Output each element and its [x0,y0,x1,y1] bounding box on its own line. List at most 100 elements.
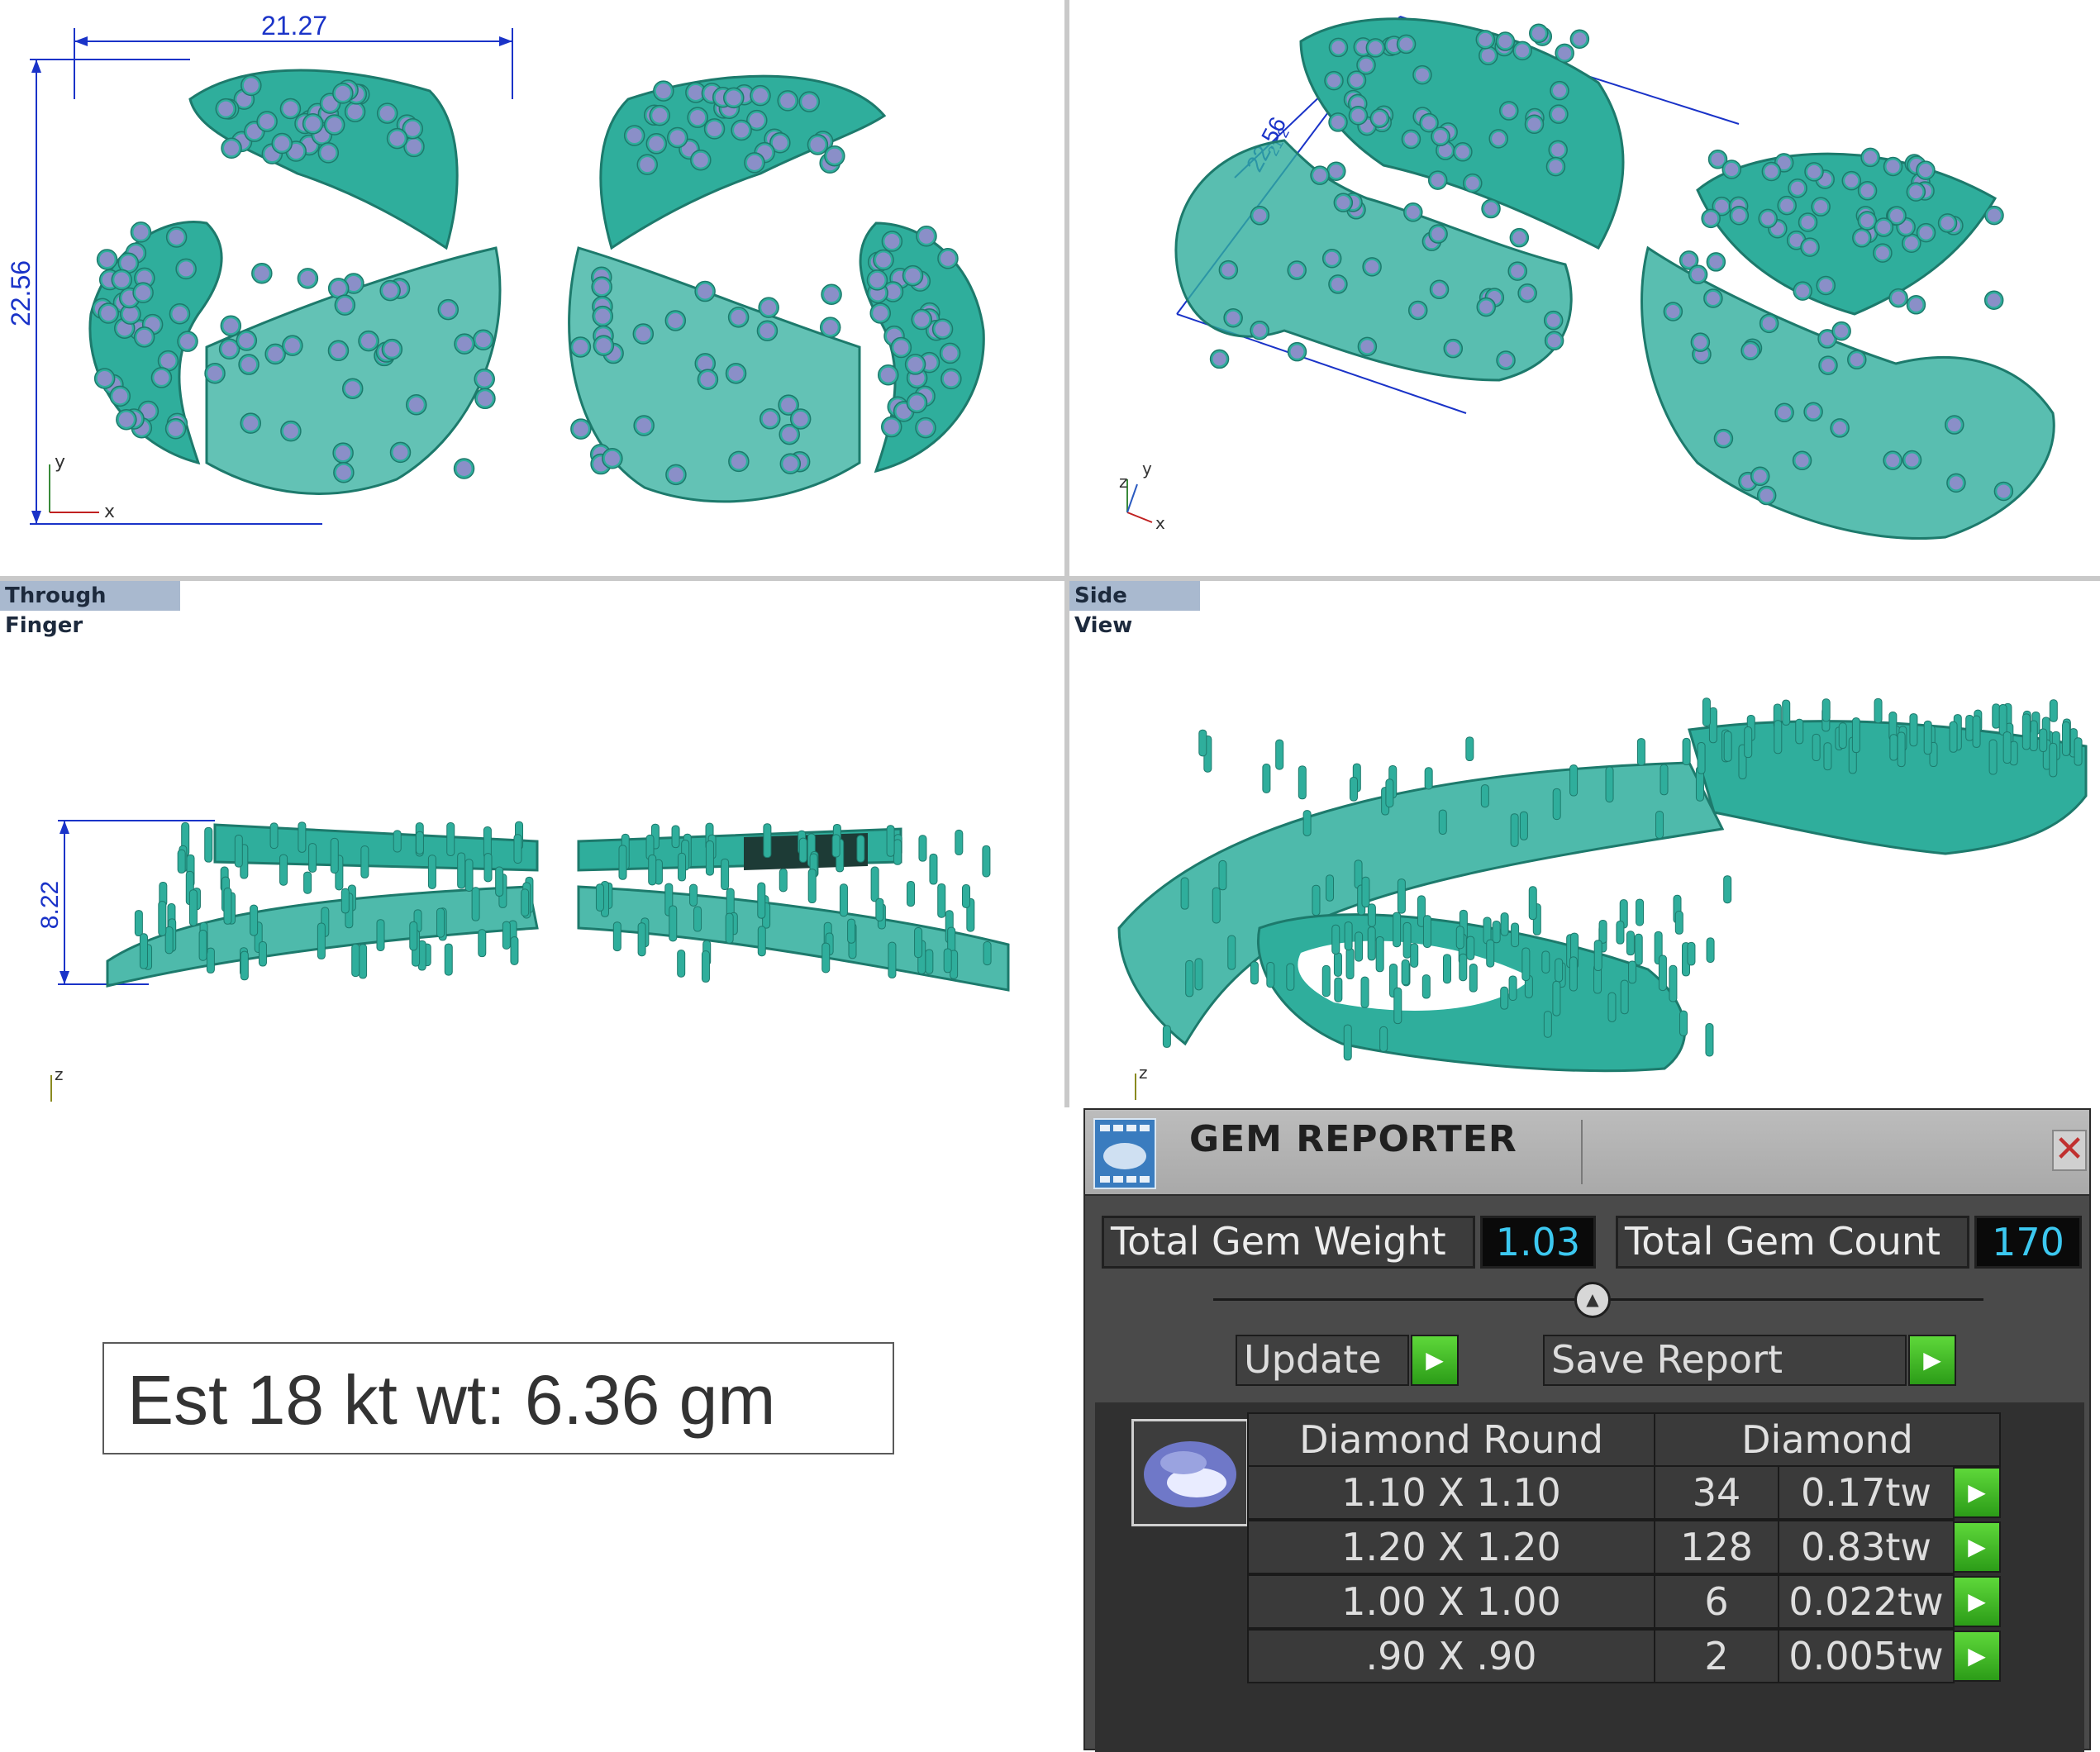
gem-stone [1949,476,1963,490]
width-dimension: 21.27 [261,11,327,40]
top-viewport[interactable]: 21.27 22.56 y x [0,0,1064,576]
gem-stone [918,228,934,244]
prong [1262,764,1271,793]
prong [1569,764,1579,797]
side-view-viewport[interactable]: z Side View [1069,581,2100,1107]
prong [360,845,369,878]
prong [1744,726,1753,759]
gem-stone [384,341,400,357]
gem-stone [383,283,398,298]
collapse-toggle-icon[interactable]: ▲ [1574,1282,1611,1318]
prong [1658,955,1667,992]
prong [1636,898,1645,926]
prong [677,950,686,978]
gem-stone [1886,454,1900,468]
perspective-viewport[interactable]: 22.56 21.2 z y x [1069,0,2100,576]
row-go-icon[interactable]: ▶ [1953,1467,2001,1518]
prong [918,835,927,862]
gem-stone [218,101,234,117]
prong [308,843,317,873]
prong [929,853,938,885]
top-view-canvas: 21.27 22.56 y x [6,11,985,525]
gem-stone [241,357,257,373]
gem-stone [1940,216,1955,230]
gem-reporter-header[interactable]: GEM REPORTER ✕ [1085,1110,2089,1196]
gem-stone [761,300,777,316]
save-report-go-icon[interactable]: ▶ [1908,1335,1956,1386]
gem-stone [477,371,493,387]
gem-stone [781,398,797,413]
gem-stone [917,420,933,436]
prong [177,849,186,874]
gem-stone [649,136,664,151]
prong [1212,887,1221,924]
total-gem-weight-value: 1.03 [1480,1216,1596,1269]
prong [725,912,734,944]
prong [821,942,831,974]
prong [839,883,848,917]
row-go-icon[interactable]: ▶ [1953,1576,2001,1627]
gem-stone [822,320,838,336]
prong [1466,936,1475,960]
gem-stone [345,381,360,397]
prong [1723,731,1732,762]
gem-stone [1860,183,1874,198]
table-row-count: 128 [1654,1520,1779,1574]
gem-stone [1511,264,1525,279]
prong [907,880,916,907]
gem-reporter-app-icon [1093,1118,1156,1189]
close-icon[interactable]: ✕ [2052,1130,2087,1171]
prong [1480,784,1489,808]
total-gem-count-label: Total Gem Count [1616,1216,1969,1269]
gem-stone [336,445,351,461]
prong [1874,697,1883,724]
prong [1508,975,1517,1001]
gem-stone [907,356,923,372]
side-view-canvas: z [1117,697,2088,1100]
prong [359,944,368,979]
viewport-label-through-finger[interactable]: Through Finger [0,581,180,638]
prong [1349,776,1358,802]
prong [2002,731,2012,764]
gem-stone [826,148,842,164]
prong [1385,778,1394,808]
prong [1275,739,1284,770]
update-button[interactable]: Update [1236,1335,1409,1386]
viewport-splitter-horizontal[interactable] [0,576,2100,581]
update-go-icon[interactable]: ▶ [1411,1335,1459,1386]
gem-stone [869,272,885,288]
metal-weight-text: Est 18 kt wt: 6.36 gm [127,1361,776,1439]
through-finger-viewport[interactable]: 8.22 z Through Finger [0,581,1064,1107]
axis-y-label: y [1142,459,1152,478]
gem-stone [1226,311,1240,325]
prong [595,883,604,912]
gem-stone [1434,130,1448,144]
gem-stone [1886,159,1900,174]
gem-stone [283,423,298,439]
prong [1702,697,1711,727]
gem-stone [1431,227,1445,241]
gem-stone [595,308,611,324]
prong [1333,952,1342,977]
viewport-label-side-view[interactable]: Side View [1069,581,1200,638]
gem-stone [780,93,796,108]
gem-stone [636,326,651,342]
row-go-icon[interactable]: ▶ [1953,1631,2001,1682]
prong [1541,950,1550,974]
prong [1569,956,1578,992]
viewport-splitter-vertical[interactable] [1064,0,1069,1107]
prong [1923,720,1932,755]
row-go-icon[interactable]: ▶ [1953,1521,2001,1573]
gem-stone [1987,208,2001,222]
gem-stone [893,340,909,355]
prong [279,854,288,886]
prong [1998,704,2007,736]
gem-stone [1331,115,1345,129]
table-row-weight: 0.022tw [1778,1574,1955,1629]
gem-stone [640,157,655,173]
gem-stone [1725,162,1739,176]
gem-stone [873,305,888,321]
save-report-button[interactable]: Save Report [1543,1335,1907,1386]
gem-stone [1212,352,1226,366]
gem-stone [336,464,351,480]
